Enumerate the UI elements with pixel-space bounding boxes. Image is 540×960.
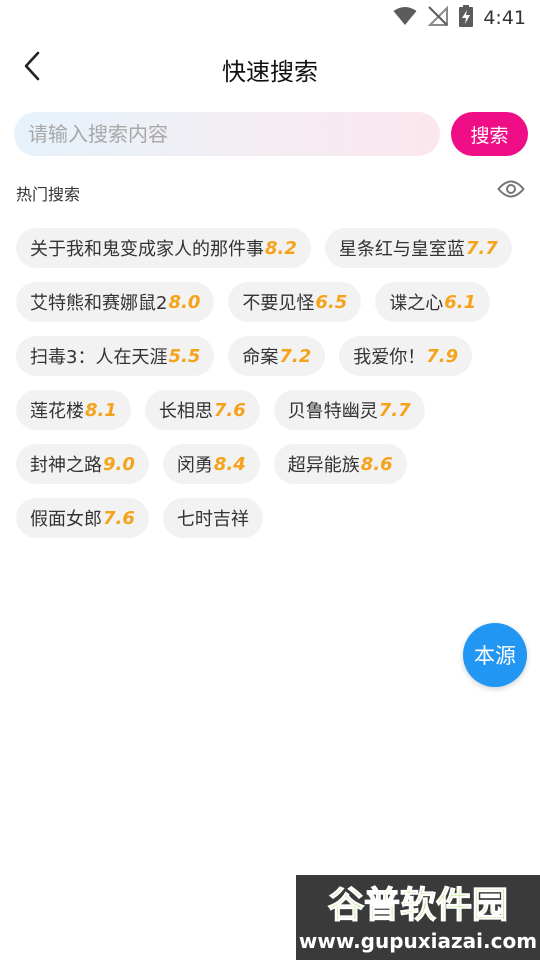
hot-search-tag-name: 扫毒3：人在天涯 <box>30 347 168 368</box>
eye-toggle-button[interactable] <box>496 176 526 206</box>
hot-search-tag-score: 6.1 <box>444 291 477 313</box>
hot-search-title: 热门搜索 <box>16 185 81 204</box>
hot-search-tag-name: 艾特熊和赛娜鼠2 <box>30 293 168 314</box>
hot-search-tag-name: 星条红与皇室蓝 <box>338 239 465 260</box>
watermark-logo: 谷普软件园 <box>302 881 534 925</box>
page-title: 快速搜索 <box>222 58 318 86</box>
hot-search-tag-name: 不要见怪 <box>242 293 315 314</box>
hot-search-tag[interactable]: 长相思 7.6 <box>144 390 260 430</box>
watermark: 谷普软件园 www.gupuxiazai.com <box>296 875 540 960</box>
hot-search-tag-score: 8.4 <box>213 453 246 475</box>
hot-search-tag-name: 超异能族 <box>287 455 360 476</box>
hot-search-tag[interactable]: 星条红与皇室蓝 7.7 <box>324 228 512 268</box>
hot-search-tag-score: 7.9 <box>426 345 459 367</box>
hot-search-tag-name: 关于我和鬼变成家人的那件事 <box>30 239 264 260</box>
hot-search-tag-name: 命案 <box>242 347 279 368</box>
hot-search-tag-score: 7.2 <box>279 345 312 367</box>
hot-search-tag-name: 谍之心 <box>389 293 444 314</box>
status-bar: 4:41 <box>0 0 540 36</box>
hot-search-tag[interactable]: 假面女郎 7.6 <box>16 498 149 538</box>
hot-search-tag-name: 七时吉祥 <box>176 509 249 530</box>
search-input[interactable] <box>14 112 440 156</box>
hot-search-tag-name: 假面女郎 <box>30 509 102 530</box>
header-bar: 快速搜索 <box>0 36 540 100</box>
status-time: 4:41 <box>483 7 526 29</box>
hot-search-tag[interactable]: 命案 7.2 <box>228 336 326 376</box>
hot-search-tag-score: 7.7 <box>378 399 411 421</box>
hot-search-tag[interactable]: 七时吉祥 <box>162 498 263 538</box>
watermark-url: www.gupuxiazai.com <box>298 929 538 953</box>
hot-search-tags: 关于我和鬼变成家人的那件事 8.2 星条红与皇室蓝 7.7 艾特熊和赛娜鼠2 8.0 不要见… <box>16 228 526 538</box>
eye-icon <box>497 179 525 203</box>
hot-search-tag[interactable]: 我爱你！ 7.9 <box>339 336 473 376</box>
hot-search-tag-score: 6.5 <box>315 291 348 313</box>
svg-text:谷普软件园: 谷普软件园 <box>328 885 508 925</box>
hot-search-tag[interactable]: 闵勇 8.4 <box>162 444 260 484</box>
hot-search-tag-score: 8.0 <box>168 291 201 313</box>
hot-search-tag[interactable]: 莲花楼 8.1 <box>16 390 131 430</box>
status-icons: 4:41 <box>393 5 526 31</box>
hot-search-tag[interactable]: 封神之路 9.0 <box>16 444 149 484</box>
hot-search-tag[interactable]: 不要见怪 6.5 <box>228 282 362 322</box>
no-signal-icon <box>427 5 449 31</box>
hot-search-tag[interactable]: 超异能族 8.6 <box>273 444 407 484</box>
hot-search-tag-score: 7.6 <box>213 399 246 421</box>
wifi-icon <box>393 6 417 30</box>
hot-search-tag-score: 8.2 <box>265 237 297 259</box>
battery-charging-icon <box>459 5 474 31</box>
hot-search-tag-name: 莲花楼 <box>30 401 84 422</box>
hot-search-tag[interactable]: 贝鲁特幽灵 7.7 <box>273 390 425 430</box>
hot-search-tag-score: 7.7 <box>465 237 498 259</box>
hot-search-tag-score: 8.1 <box>85 399 117 421</box>
hot-search-tag[interactable]: 谍之心 6.1 <box>375 282 491 322</box>
hot-search-tag[interactable]: 扫毒3：人在天涯 5.5 <box>16 336 215 376</box>
hot-search-tag[interactable]: 艾特熊和赛娜鼠2 8.0 <box>16 282 215 322</box>
hot-search-tag-name: 长相思 <box>158 401 213 422</box>
hot-search-tag-score: 9.0 <box>103 453 135 475</box>
hot-search-tag-name: 贝鲁特幽灵 <box>287 401 378 422</box>
hot-search-tag-name: 封神之路 <box>30 455 102 476</box>
hot-search-tag[interactable]: 关于我和鬼变成家人的那件事 8.2 <box>16 228 311 268</box>
search-row: 搜索 <box>14 112 528 156</box>
search-button[interactable]: 搜索 <box>451 112 528 156</box>
hot-search-tag-name: 闵勇 <box>176 455 213 476</box>
hot-search-tag-score: 7.6 <box>103 507 135 529</box>
source-button[interactable]: 本源 <box>463 623 527 687</box>
hot-search-tag-name: 我爱你！ <box>353 347 426 368</box>
hot-search-header: 热门搜索 <box>16 176 526 208</box>
hot-search-tag-score: 8.6 <box>360 453 393 475</box>
hot-search-tag-score: 5.5 <box>168 345 201 367</box>
